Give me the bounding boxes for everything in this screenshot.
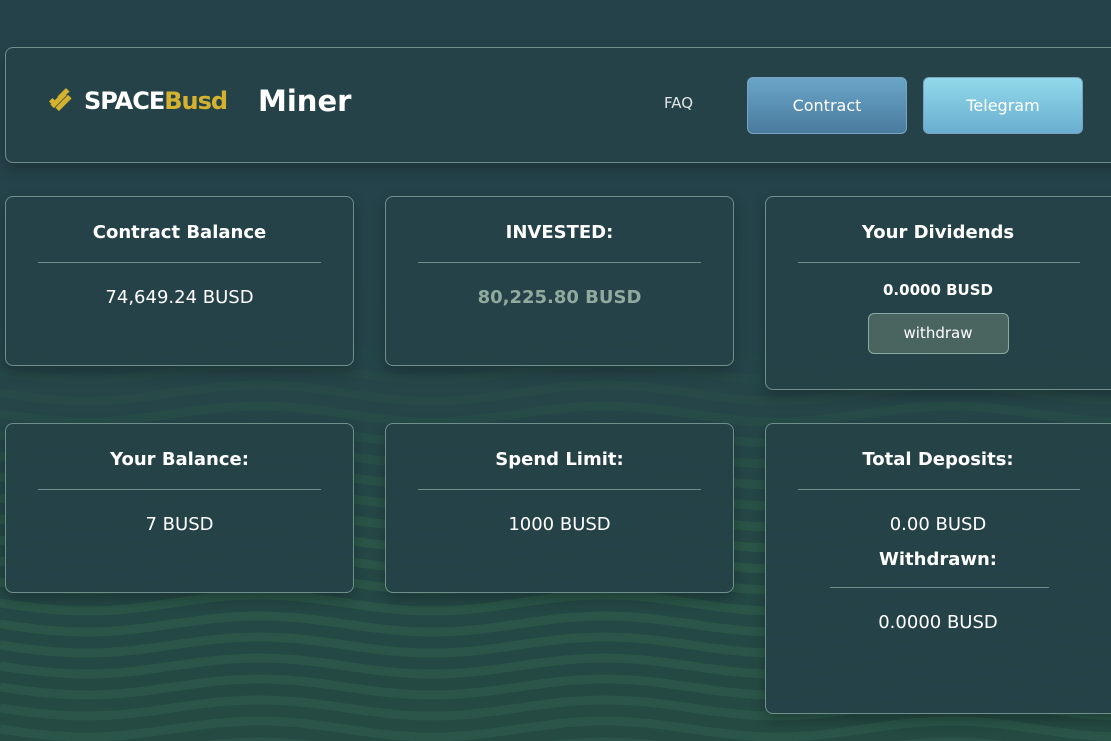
divider	[798, 262, 1080, 263]
spacebusd-logo-icon	[48, 87, 72, 112]
card-label: INVESTED:	[505, 222, 614, 243]
logo-text-busd: Busd	[164, 87, 228, 115]
card-label: Contract Balance	[92, 222, 267, 243]
telegram-button[interactable]: Telegram	[923, 77, 1083, 134]
withdraw-button[interactable]: withdraw	[867, 313, 1009, 354]
card-label: Spend Limit:	[495, 449, 624, 470]
your-balance-card: Your Balance: 7 BUSD	[5, 423, 354, 593]
card-label: Your Dividends	[861, 222, 1015, 243]
contract-button[interactable]: Contract	[747, 77, 907, 134]
divider	[418, 489, 701, 490]
card-value: 74,649.24 BUSD	[105, 287, 254, 308]
divider	[38, 489, 321, 490]
invested-card: INVESTED: 80,225.80 BUSD	[385, 196, 734, 366]
logo[interactable]: SPACEBusd	[48, 86, 228, 116]
card-value: 0.0000 BUSD	[883, 281, 993, 299]
card-label: Total Deposits:	[862, 449, 1014, 470]
dividends-card: Your Dividends 0.0000 BUSD withdraw	[765, 196, 1111, 390]
card-value: 80,225.80 BUSD	[477, 287, 642, 308]
wave-line	[0, 716, 1111, 741]
divider	[830, 587, 1049, 588]
withdrawn-label: Withdrawn:	[879, 549, 997, 570]
divider	[418, 262, 701, 263]
withdrawn-value: 0.0000 BUSD	[878, 612, 998, 633]
logo-text-space: SPACE	[84, 87, 165, 115]
page-title: Miner	[258, 84, 352, 118]
total-deposits-card: Total Deposits: 0.00 BUSD Withdrawn: 0.0…	[765, 423, 1111, 714]
wave-line	[0, 401, 1111, 427]
card-label: Your Balance:	[110, 449, 249, 470]
faq-link[interactable]: FAQ	[664, 94, 693, 112]
divider	[798, 489, 1080, 490]
spend-limit-card: Spend Limit: 1000 BUSD	[385, 423, 734, 593]
divider	[38, 262, 321, 263]
card-value: 0.00 BUSD	[889, 514, 987, 535]
card-value: 7 BUSD	[145, 514, 214, 535]
card-value: 1000 BUSD	[508, 514, 611, 535]
contract-balance-card: Contract Balance 74,649.24 BUSD	[5, 196, 354, 366]
